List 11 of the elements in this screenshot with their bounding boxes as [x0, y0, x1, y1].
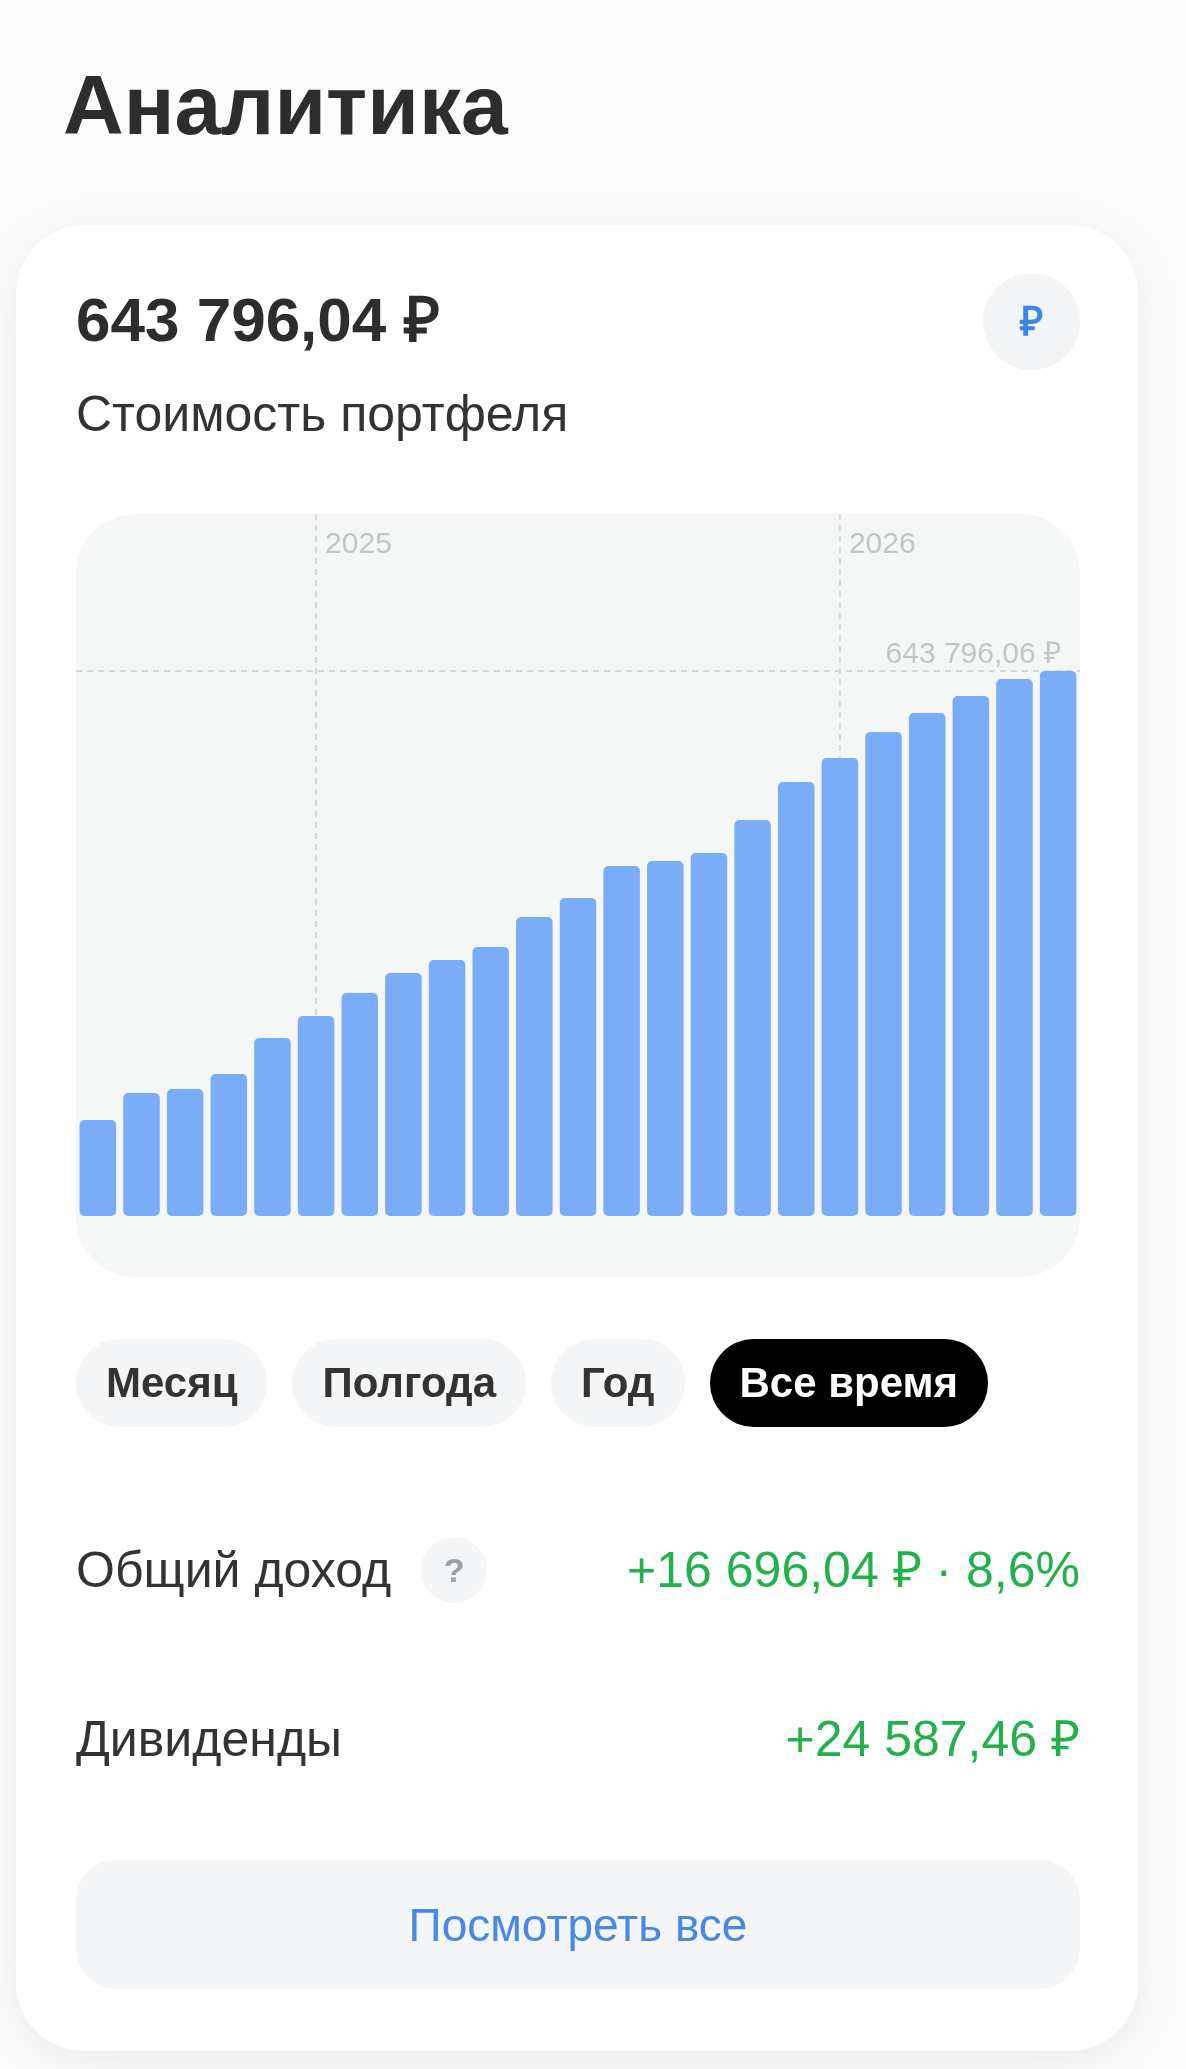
stat-label: Дивиденды: [76, 1710, 342, 1770]
period-tab[interactable]: Месяц: [76, 1339, 268, 1428]
stat-value: +24 587,46 ₽: [785, 1710, 1080, 1770]
stat-value: +16 696,04 ₽ · 8,6%: [627, 1541, 1080, 1601]
page-title: Аналитика: [62, 57, 508, 154]
period-tab[interactable]: Все время: [709, 1339, 989, 1428]
stat-label: Общий доход: [76, 1541, 392, 1601]
period-tab[interactable]: Полгода: [292, 1339, 527, 1428]
portfolio-caption: Стоимость портфеля: [76, 385, 569, 445]
period-tab[interactable]: Год: [551, 1339, 685, 1428]
portfolio-value: 643 796,04 ₽: [76, 283, 440, 356]
